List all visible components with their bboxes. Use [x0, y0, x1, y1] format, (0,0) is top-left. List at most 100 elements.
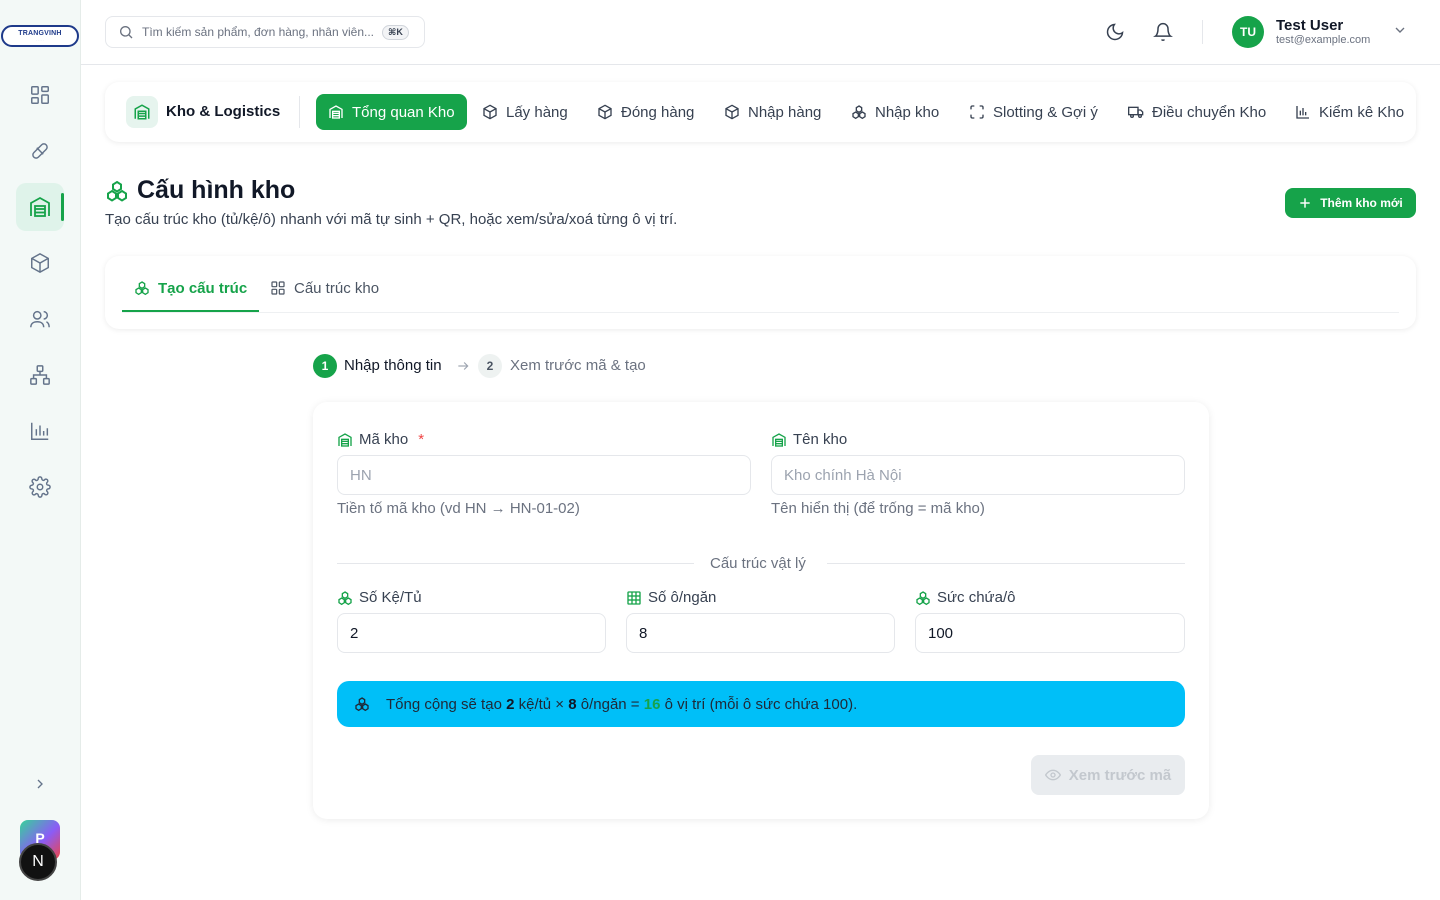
- capacity-input[interactable]: 100: [915, 613, 1185, 653]
- sidebar-item-dashboard[interactable]: [16, 71, 64, 119]
- search-shortcut-badge: ⌘K: [382, 24, 409, 40]
- sidebar-item-users[interactable]: [16, 295, 64, 343]
- gear-icon: [29, 476, 51, 498]
- dashboard-icon: [31, 86, 49, 104]
- warehouse-name-input[interactable]: Kho chính Hà Nội: [771, 455, 1185, 495]
- warehouse-icon: [771, 432, 787, 448]
- tab-picking[interactable]: Lấy hàng: [470, 94, 580, 130]
- org-chart-icon: [30, 365, 50, 385]
- tab-putaway[interactable]: Nhập kho: [839, 94, 951, 130]
- step-1-label: Nhập thông tin: [344, 357, 442, 374]
- summary-banner: Tổng cộng sẽ tạo 2 kệ/tủ × 8 ô/ngăn = 16…: [337, 681, 1185, 727]
- logo-subtext: · · · · ·: [35, 38, 45, 42]
- app-tile-n[interactable]: N: [19, 843, 57, 881]
- nav-divider: [299, 96, 300, 128]
- sidebar-item-reports[interactable]: [16, 407, 64, 455]
- page-title: Cấu hình kho: [137, 176, 296, 204]
- user-menu-toggle[interactable]: [1392, 22, 1408, 38]
- module-nav: Kho & Logistics Tổng quan Kho Lấy hàng Đ…: [105, 82, 1416, 142]
- tab-transfer[interactable]: Điều chuyển Kho: [1116, 94, 1278, 130]
- code-label-text: Mã kho: [359, 431, 409, 448]
- sidebar-item-settings[interactable]: [16, 463, 64, 511]
- step-1-number: 1: [313, 354, 337, 378]
- step-2-label: Xem trước mã & tạo: [510, 357, 646, 374]
- sidebar-item-pharmacy[interactable]: [16, 127, 64, 175]
- summary-shelves: 2: [506, 695, 515, 713]
- capacity-label-text: Sức chứa/ô: [937, 589, 1016, 606]
- required-mark: *: [418, 431, 425, 448]
- warehouse-icon: [329, 105, 343, 119]
- tabs-baseline: [122, 312, 1399, 313]
- boxes-icon: [852, 105, 866, 120]
- sidebar-expand-button[interactable]: [28, 772, 52, 796]
- add-warehouse-button[interactable]: Thêm kho mới: [1285, 188, 1416, 218]
- boxes-icon: [337, 590, 353, 606]
- bins-input[interactable]: 8: [626, 613, 895, 653]
- name-label: Tên kho: [771, 431, 847, 448]
- name-help-text: Tên hiển thị (để trống = mã kho): [771, 500, 985, 517]
- tab-label: Đóng hàng: [621, 103, 695, 121]
- tab-label: Tổng quan Kho: [352, 103, 455, 121]
- boxes-icon: [354, 696, 370, 712]
- summary-bins: 8: [568, 695, 577, 713]
- preview-codes-button[interactable]: Xem trước mã: [1031, 755, 1185, 795]
- page-subtitle: Tạo cấu trúc kho (tủ/kệ/ô) nhanh với mã …: [105, 211, 678, 228]
- code-label: Mã kho *: [337, 431, 424, 448]
- summary-text-2: kệ/tủ ×: [518, 695, 565, 713]
- warehouse-icon: [134, 104, 150, 120]
- notifications-button[interactable]: [1151, 20, 1175, 44]
- tab-label: Nhập kho: [875, 103, 940, 121]
- code-help-text: Tiền tố mã kho (vd HN → HN-01-02): [337, 500, 580, 517]
- config-tabs: Tạo cấu trúc Cấu trúc kho: [105, 256, 1416, 329]
- tab-create-structure[interactable]: Tạo cấu trúc: [122, 280, 260, 312]
- chevron-right-icon: [37, 779, 43, 789]
- shelves-input[interactable]: 2: [337, 613, 606, 653]
- box-icon: [483, 104, 497, 120]
- moon-icon: [1106, 23, 1124, 41]
- tab-warehouse-structure[interactable]: Cấu trúc kho: [258, 280, 391, 312]
- plus-icon: [1300, 198, 1310, 208]
- summary-total: 16: [643, 695, 661, 713]
- sidebar-item-products[interactable]: [16, 239, 64, 287]
- step-2-number: 2: [478, 354, 502, 378]
- logo-text: TRANGVINH: [18, 30, 62, 37]
- summary-text-4: ô vị trí (mỗi ô sức chứa 100).: [664, 695, 858, 713]
- avatar[interactable]: TU: [1232, 16, 1264, 48]
- truck-icon: [1128, 106, 1144, 118]
- users-icon: [30, 310, 50, 328]
- top-header: Tìm kiếm sản phẩm, đơn hàng, nhân viên..…: [81, 0, 1440, 65]
- name-label-text: Tên kho: [793, 431, 848, 448]
- sidebar-item-warehouse[interactable]: [16, 183, 64, 231]
- tab-label: Tạo cấu trúc: [158, 280, 248, 297]
- search-placeholder: Tìm kiếm sản phẩm, đơn hàng, nhân viên..…: [142, 25, 374, 39]
- bell-icon: [1153, 22, 1173, 42]
- summary-text-3: ô/ngăn =: [580, 695, 640, 713]
- shelves-label-text: Số Kệ/Tủ: [359, 589, 422, 606]
- module-title: Kho & Logistics: [166, 103, 281, 120]
- tab-label: Kiểm kê Kho: [1319, 103, 1405, 121]
- add-button-label: Thêm kho mới: [1320, 196, 1403, 210]
- bins-label-text: Số ô/ngăn: [648, 589, 717, 606]
- tab-stock-count[interactable]: Kiểm kê Kho: [1283, 94, 1416, 130]
- table-grid-icon: [626, 590, 642, 606]
- shelves-label: Số Kệ/Tủ: [337, 589, 422, 606]
- theme-toggle-button[interactable]: [1103, 20, 1127, 44]
- tab-warehouse-overview[interactable]: Tổng quan Kho: [316, 94, 467, 130]
- boxes-icon: [105, 179, 129, 203]
- tab-slotting[interactable]: Slotting & Gợi ý: [957, 94, 1110, 130]
- box-icon: [598, 104, 612, 120]
- section-divider-right: [827, 563, 1185, 564]
- warehouse-code-input[interactable]: HN: [337, 455, 751, 495]
- search-input[interactable]: Tìm kiếm sản phẩm, đơn hàng, nhân viên..…: [105, 16, 425, 48]
- summary-text-1: Tổng cộng sẽ tạo: [386, 695, 502, 713]
- module-icon: [126, 96, 158, 128]
- warehouse-icon: [337, 432, 353, 448]
- pill-icon: [32, 143, 48, 159]
- tab-receiving[interactable]: Nhập hàng: [712, 94, 833, 130]
- company-logo[interactable]: TRANGVINH · · · · ·: [1, 25, 79, 47]
- tab-packing[interactable]: Đóng hàng: [585, 94, 706, 130]
- user-name[interactable]: Test User: [1276, 17, 1343, 34]
- bins-label: Số ô/ngăn: [626, 589, 716, 606]
- scan-icon: [970, 105, 984, 119]
- sidebar-item-organization[interactable]: [16, 351, 64, 399]
